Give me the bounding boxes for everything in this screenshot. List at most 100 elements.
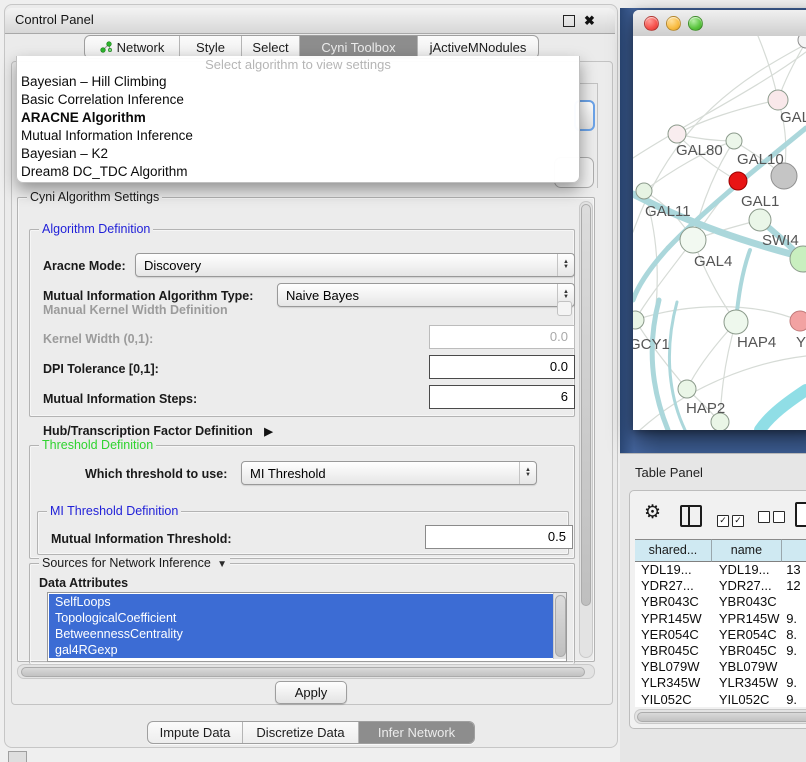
column-header[interactable]: shared... (635, 539, 712, 562)
which-threshold-label: Which threshold to use: (85, 463, 227, 485)
network-window-titlebar[interactable] (633, 10, 806, 37)
algorithm-dropdown-placeholder: Select algorithm to view settings (17, 56, 579, 73)
split-view-icon[interactable] (680, 505, 702, 527)
table-cell: YBR045C (635, 643, 713, 659)
network-node[interactable] (678, 380, 696, 398)
table-horizontal-scrollbar[interactable] (634, 709, 806, 724)
table-cell: 13 (784, 562, 806, 578)
network-node[interactable] (768, 90, 788, 110)
algorithm-option[interactable]: Dream8 DC_TDC Algorithm (17, 163, 579, 181)
settings-vertical-scrollbar[interactable] (579, 201, 593, 658)
network-node[interactable] (636, 183, 652, 199)
attribute-item[interactable]: gal4RGexp (49, 642, 553, 658)
attributes-scrollbar[interactable] (553, 593, 566, 659)
network-node[interactable] (729, 172, 747, 190)
tab-infer-network[interactable]: Infer Network (359, 722, 474, 743)
zoom-window-icon[interactable] (688, 16, 703, 31)
manual-kernel-checkbox (557, 301, 572, 316)
table-cell: YLR345W (713, 675, 784, 691)
float-panel-icon[interactable] (563, 15, 575, 27)
network-edge[interactable] (633, 248, 668, 300)
table-row[interactable]: YDL19...YDL19...13 (635, 562, 806, 578)
network-node[interactable] (726, 133, 742, 149)
aracne-mode-value: Discovery (136, 258, 557, 273)
network-edge[interactable] (652, 300, 668, 430)
tab-jactivemnodules[interactable]: jActiveMNodules (418, 36, 538, 58)
table-row[interactable]: YDR27...YDR27...12 (635, 578, 806, 594)
which-threshold-combo[interactable]: MI Threshold ▲▼ (241, 461, 537, 485)
table-cell (784, 594, 806, 610)
expand-right-icon[interactable]: ▶ (264, 426, 272, 438)
table-panel-title: Table Panel (635, 465, 703, 480)
algorithm-option[interactable]: Bayesian – K2 (17, 145, 579, 163)
collapsed-panel-icon[interactable] (8, 751, 27, 762)
new-table-icon[interactable] (795, 502, 806, 527)
table-row[interactable]: YBR045CYBR045C9. (635, 643, 806, 659)
table-row[interactable]: YPR145WYPR145W9. (635, 611, 806, 627)
table-cell: 9. (784, 675, 806, 691)
algorithm-option[interactable]: Basic Correlation Inference (17, 91, 579, 109)
dpi-tolerance-input[interactable]: 0.0 (429, 355, 575, 379)
network-node[interactable] (680, 227, 706, 253)
gear-icon[interactable]: ⚙ (644, 503, 661, 523)
network-node[interactable] (724, 310, 748, 334)
table-row[interactable]: YLR345WYLR345W9. (635, 675, 806, 691)
tab-discretize-data[interactable]: Discretize Data (243, 722, 359, 743)
tab-jactivemnodules-label: jActiveMNodules (430, 40, 527, 55)
column-header[interactable]: name (712, 539, 782, 562)
control-panel-titlebar[interactable]: Control Panel ✖ (5, 8, 615, 34)
data-attributes-list[interactable]: SelfLoopsTopologicalCoefficientBetweenne… (47, 592, 567, 662)
settings-horizontal-scrollbar[interactable] (17, 664, 595, 679)
network-edge[interactable] (635, 307, 800, 321)
network-node[interactable] (790, 311, 806, 331)
attribute-item[interactable]: BetweennessCentrality (49, 626, 553, 642)
network-node-label: Y (796, 334, 806, 351)
tab-cyni-toolbox[interactable]: Cyni Toolbox (300, 36, 418, 58)
mi-threshold-input[interactable]: 0.5 (425, 525, 573, 549)
expand-down-icon[interactable]: ▼ (214, 559, 227, 570)
algorithm-option[interactable]: ARACNE Algorithm (17, 109, 579, 127)
table-cell: YBR043C (713, 594, 784, 610)
dpi-tolerance-label: DPI Tolerance [0,1]: (43, 357, 159, 381)
close-window-icon[interactable] (644, 16, 659, 31)
tab-select[interactable]: Select (242, 36, 300, 58)
algorithm-list: Bayesian – Hill ClimbingBasic Correlatio… (17, 73, 579, 181)
tab-style[interactable]: Style (180, 36, 242, 58)
close-panel-icon[interactable]: ✖ (584, 14, 595, 28)
hub-definition-expander[interactable]: Hub/Transcription Factor Definition ▶ (43, 424, 273, 438)
table-row[interactable]: YER054CYER054C8. (635, 627, 806, 643)
network-edge[interactable] (760, 390, 806, 430)
table-row[interactable]: YBR043CYBR043C (635, 594, 806, 610)
table-cell: 9. (784, 692, 806, 707)
algorithm-option[interactable]: Bayesian – Hill Climbing (17, 73, 579, 91)
network-edge[interactable] (635, 320, 687, 389)
network-view-window[interactable]: GALGAL80GAL10GAL11GAL1SWI4GAL4GCY1HAP4YH… (633, 10, 806, 430)
attribute-item[interactable]: TopologicalCoefficient (49, 610, 553, 626)
hide-columns-icon[interactable] (758, 510, 788, 528)
network-graph: GALGAL80GAL10GAL11GAL1SWI4GAL4GCY1HAP4YH… (633, 36, 806, 430)
manual-kernel-label: Manual Kernel Width Definition (43, 303, 228, 317)
network-node[interactable] (749, 209, 771, 231)
network-node[interactable] (633, 311, 644, 329)
attribute-item[interactable]: SelfLoops (49, 594, 553, 610)
mi-type-combo[interactable]: Naive Bayes ▲▼ (277, 283, 575, 307)
tab-network[interactable]: Network (85, 36, 180, 58)
network-node[interactable] (798, 36, 806, 48)
network-edge[interactable] (669, 302, 685, 430)
tab-impute-data[interactable]: Impute Data (148, 722, 243, 743)
combo-arrows-icon: ▲▼ (519, 462, 536, 484)
column-header[interactable]: A (782, 539, 806, 562)
network-canvas[interactable]: GALGAL80GAL10GAL11GAL1SWI4GAL4GCY1HAP4YH… (633, 36, 806, 430)
table-row[interactable]: YIL052CYIL052C9. (635, 692, 806, 707)
control-panel-title: Control Panel (5, 8, 615, 32)
aracne-mode-combo[interactable]: Discovery ▲▼ (135, 253, 575, 277)
algorithm-option[interactable]: Mutual Information Inference (17, 127, 579, 145)
table-row[interactable]: YBL079WYBL079W (635, 659, 806, 675)
mi-steps-input[interactable]: 6 (429, 385, 575, 409)
apply-button[interactable]: Apply (275, 681, 347, 704)
show-columns-icon[interactable]: ✓✓ (717, 510, 747, 528)
minimize-window-icon[interactable] (666, 16, 681, 31)
table-cell: YBL079W (713, 659, 784, 675)
network-node[interactable] (668, 125, 686, 143)
table-cell: YIL052C (713, 692, 784, 707)
